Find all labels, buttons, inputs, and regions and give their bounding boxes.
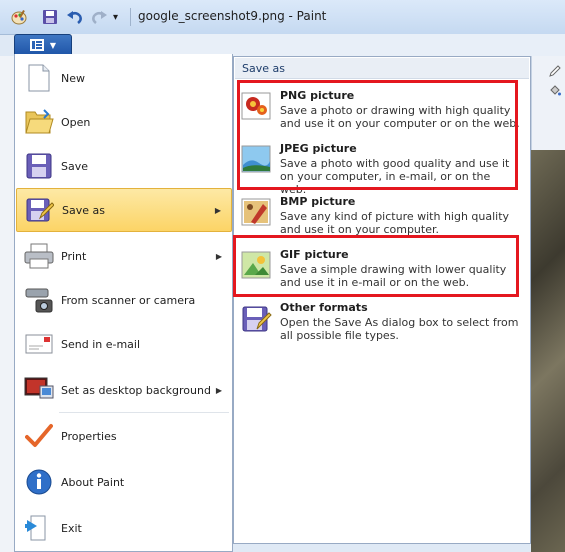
menu-item-open[interactable]: Open (16, 100, 232, 144)
title-separator (130, 8, 131, 26)
application-menu: New Open Save Save as ▶ Print ▶ From sca… (14, 54, 233, 552)
submenu-arrow-icon: ▶ (215, 251, 222, 261)
submenu-arrow-icon: ▶ (215, 385, 222, 395)
chevron-down-icon: ▼ (49, 40, 57, 50)
fill-icon[interactable] (548, 84, 562, 98)
save-as-header: Save as (235, 58, 529, 79)
menu-item-save-as[interactable]: Save as ▶ (16, 188, 232, 232)
save-as-other-formats-option[interactable]: Other formats Open the Save As dialog bo… (239, 299, 527, 349)
save-icon[interactable] (42, 7, 58, 27)
redo-icon[interactable] (90, 7, 108, 27)
window-title: google_screenshot9.png - Paint (138, 9, 327, 23)
paint-menu-button[interactable]: ▼ (14, 34, 72, 56)
menu-item-desktop-background[interactable]: Set as desktop background ▶ (16, 368, 232, 412)
printer-icon (24, 241, 54, 271)
canvas-image[interactable] (531, 150, 565, 552)
menu-item-save[interactable]: Save (16, 144, 232, 188)
exit-icon (24, 513, 54, 543)
ribbon-tools-area (531, 56, 565, 150)
info-icon (24, 467, 54, 497)
title-bar: ▾ google_screenshot9.png - Paint (0, 0, 565, 35)
email-icon (24, 329, 54, 359)
checkmark-icon (24, 421, 54, 451)
menu-separator (59, 412, 229, 413)
new-document-icon (24, 63, 54, 93)
left-edge (0, 56, 15, 552)
menu-item-print[interactable]: Print ▶ (16, 234, 232, 278)
paint-app-icon[interactable] (10, 7, 28, 27)
menu-item-properties[interactable]: Properties (16, 414, 232, 458)
undo-icon[interactable] (66, 7, 84, 27)
menu-item-new[interactable]: New (16, 56, 232, 100)
menu-icon (29, 39, 44, 51)
menu-item-about-paint[interactable]: About Paint (16, 460, 232, 504)
chevron-down-icon: ▾ (113, 11, 119, 23)
other-formats-icon (241, 302, 273, 334)
desktop-icon (24, 375, 54, 405)
bmp-picture-icon (241, 196, 273, 228)
menu-item-exit[interactable]: Exit (16, 506, 232, 550)
scanner-icon (24, 285, 54, 315)
pencil-icon[interactable] (548, 64, 562, 78)
submenu-arrow-icon: ▶ (214, 205, 221, 215)
annotation-box-gif (233, 235, 519, 297)
open-folder-icon (24, 107, 54, 137)
annotation-box-png-jpeg (237, 80, 518, 190)
save-disk-icon (24, 151, 54, 181)
menu-item-email[interactable]: Send in e-mail (16, 322, 232, 366)
menu-item-scanner[interactable]: From scanner or camera (16, 278, 232, 322)
save-as-icon (25, 195, 55, 225)
customize-qat-dropdown[interactable]: ▾ (113, 7, 118, 27)
